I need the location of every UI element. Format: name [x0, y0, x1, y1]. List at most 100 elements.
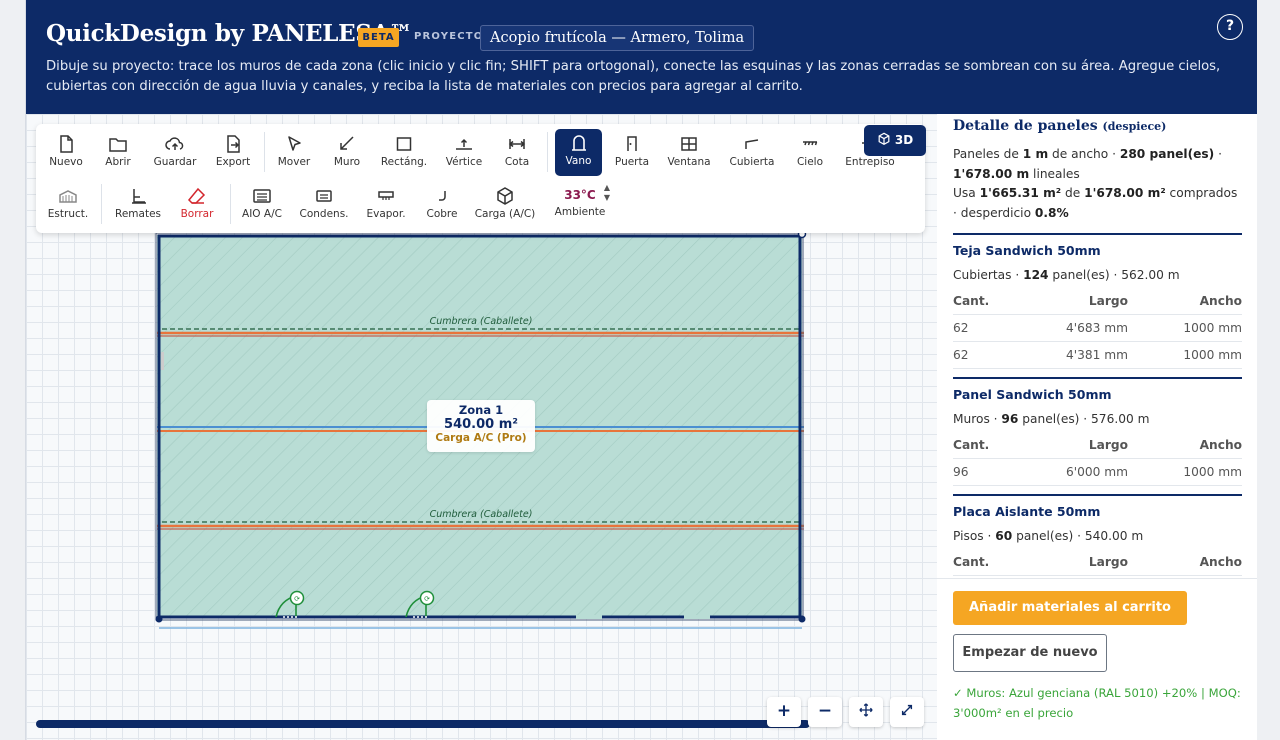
- vertex-handle[interactable]: [155, 615, 163, 623]
- app-header: QuickDesign by PANELESA™ BETA PROYECTO A…: [26, 0, 1257, 114]
- ac-unit-icon: [236, 182, 288, 208]
- detail-title: Detalle de paneles (despiece): [953, 118, 1167, 134]
- instructions-text: Dibuje su proyecto: trace los muros de c…: [46, 59, 1221, 94]
- ambient-temp-value[interactable]: 33°C: [554, 180, 606, 206]
- zone-area: 540.00 m²: [444, 417, 518, 432]
- tool-mover[interactable]: Mover: [268, 130, 320, 178]
- cursor-icon: [268, 130, 320, 156]
- panel-summary: Paneles de 1 m de ancho · 280 panel(es) …: [953, 147, 1238, 220]
- add-to-cart-button[interactable]: Añadir materiales al carrito: [953, 591, 1187, 625]
- eraser-icon: [171, 182, 223, 208]
- tool-aio-ac[interactable]: AIO A/C: [236, 182, 288, 230]
- zone-label[interactable]: Zona 1 540.00 m² Carga A/C (Pro): [427, 400, 535, 452]
- opening-icon: [555, 129, 602, 155]
- tool-cobre[interactable]: Cobre: [416, 182, 468, 230]
- toolbar: Nuevo Abrir Guardar Export Mover Muro Re…: [36, 124, 925, 233]
- zone-name: Zona 1: [458, 403, 504, 417]
- cube-icon: [479, 182, 531, 208]
- table-header-row: Cant. Largo Ancho: [953, 289, 1242, 315]
- panel-table: Cant. Largo Ancho: [953, 550, 1242, 576]
- tool-vano[interactable]: Vano: [555, 129, 602, 176]
- table-row: 96 6'000 mm 1000 mm: [953, 458, 1242, 486]
- tool-borrar[interactable]: Borrar: [171, 182, 223, 230]
- view-3d-button[interactable]: 3D: [864, 125, 926, 156]
- tool-vertice[interactable]: Vértice: [438, 130, 490, 178]
- tool-carga-ac[interactable]: Carga (A/C): [475, 182, 535, 230]
- project-label: PROYECTO: [414, 31, 484, 42]
- zone-load: Carga A/C (Pro): [435, 432, 527, 444]
- structure-icon: [42, 182, 94, 208]
- tool-puerta[interactable]: Puerta: [606, 130, 658, 178]
- trim-icon: [112, 182, 164, 208]
- help-button[interactable]: ?: [1217, 14, 1243, 40]
- section-title: Placa Aislante 50mm: [953, 504, 1101, 519]
- expand-icon: [901, 704, 913, 716]
- line-icon: [321, 130, 373, 156]
- wall-marker: [161, 352, 164, 370]
- tool-evaporador[interactable]: Evapor.: [360, 182, 412, 230]
- folder-icon: [92, 130, 144, 156]
- materials-sidebar: Detalle de paneles (despiece) Paneles de…: [937, 114, 1257, 740]
- table-row: 62 4'381 mm 1000 mm: [953, 341, 1242, 369]
- tool-remates[interactable]: Remates: [112, 182, 164, 230]
- section-title: Teja Sandwich 50mm: [953, 243, 1101, 258]
- project-name-field[interactable]: Acopio frutícola — Armero, Tolima: [480, 25, 755, 51]
- tool-estructura[interactable]: Estruct.: [42, 182, 94, 230]
- move-arrows-icon: [859, 703, 873, 717]
- table-header-row: Cant. Largo Ancho: [953, 550, 1242, 576]
- opening-mark: [576, 615, 602, 619]
- tool-cota[interactable]: Cota: [491, 130, 543, 178]
- zoom-in-button[interactable]: +: [767, 697, 801, 727]
- ridge-label-top: Cumbrera (Caballete): [430, 316, 533, 327]
- tool-muro[interactable]: Muro: [321, 130, 373, 178]
- section-placa-aislante: Placa Aislante 50mm Pisos · 60 panel(es)…: [953, 494, 1242, 576]
- wall-color-note: ✓ Muros: Azul genciana (RAL 5010) +20% |…: [953, 686, 1241, 720]
- evaporator-icon: [360, 182, 412, 208]
- ambient-temp-control[interactable]: 33°C ▲ ▼ Ambiente: [554, 180, 610, 228]
- svg-text:⟳: ⟳: [294, 595, 300, 603]
- tool-ventana[interactable]: Ventana: [663, 130, 715, 178]
- tool-rectangulo[interactable]: Rectáng.: [378, 130, 430, 178]
- detail-title-suffix: (despiece): [1102, 120, 1167, 133]
- drawing-canvas[interactable]: Cumbrera (Caballete) Cumbrera (Caballete…: [26, 114, 937, 740]
- section-teja-sandwich: Teja Sandwich 50mm Cubiertas · 124 panel…: [953, 233, 1242, 369]
- ceiling-icon: [784, 130, 836, 156]
- section-panel-sandwich: Panel Sandwich 50mm Muros · 96 panel(es)…: [953, 377, 1242, 486]
- roof-icon: [726, 130, 778, 156]
- tool-abrir[interactable]: Abrir: [92, 130, 144, 178]
- beta-badge: BETA: [358, 28, 399, 47]
- horizontal-scrollbar[interactable]: [36, 720, 810, 728]
- sidebar-footer: Añadir materiales al carrito Empezar de …: [937, 578, 1257, 740]
- door-icon: [606, 130, 658, 156]
- table-header-row: Cant. Largo Ancho: [953, 433, 1242, 459]
- pan-button[interactable]: [849, 697, 883, 727]
- cloud-upload-icon: [149, 130, 201, 156]
- app-window: QuickDesign by PANELESA™ BETA PROYECTO A…: [25, 0, 1257, 740]
- tool-cubierta[interactable]: Cubierta: [726, 130, 778, 178]
- section-title: Panel Sandwich 50mm: [953, 387, 1112, 402]
- restart-button[interactable]: Empezar de nuevo: [953, 634, 1107, 672]
- export-icon: [207, 130, 259, 156]
- tool-condensador[interactable]: Condens.: [298, 182, 350, 230]
- section-subtitle: Cubiertas · 124 panel(es) · 562.00 m: [953, 268, 1180, 282]
- vertex-handle[interactable]: [798, 615, 806, 623]
- rectangle-icon: [378, 130, 430, 156]
- section-subtitle: Muros · 96 panel(es) · 576.00 m: [953, 412, 1150, 426]
- tool-cielo[interactable]: Cielo: [784, 130, 836, 178]
- tool-export[interactable]: Export: [207, 130, 259, 178]
- materials-list[interactable]: Detalle de paneles (despiece) Paneles de…: [937, 114, 1257, 578]
- condenser-icon: [298, 182, 350, 208]
- file-icon: [40, 130, 92, 156]
- zoom-out-button[interactable]: −: [808, 697, 842, 727]
- tool-nuevo[interactable]: Nuevo: [40, 130, 92, 178]
- section-subtitle: Pisos · 60 panel(es) · 540.00 m: [953, 529, 1144, 543]
- svg-text:⟳: ⟳: [424, 595, 430, 603]
- temp-stepper-icon[interactable]: ▲ ▼: [604, 183, 610, 203]
- tool-guardar[interactable]: Guardar: [149, 130, 201, 178]
- cube-icon: [878, 132, 890, 145]
- fullscreen-button[interactable]: [890, 697, 924, 727]
- dimension-icon: [491, 130, 543, 156]
- opening-mark: [684, 615, 710, 619]
- copper-pipe-icon: [416, 182, 468, 208]
- panel-table: Cant. Largo Ancho 96 6'000 mm 1000 mm: [953, 433, 1242, 486]
